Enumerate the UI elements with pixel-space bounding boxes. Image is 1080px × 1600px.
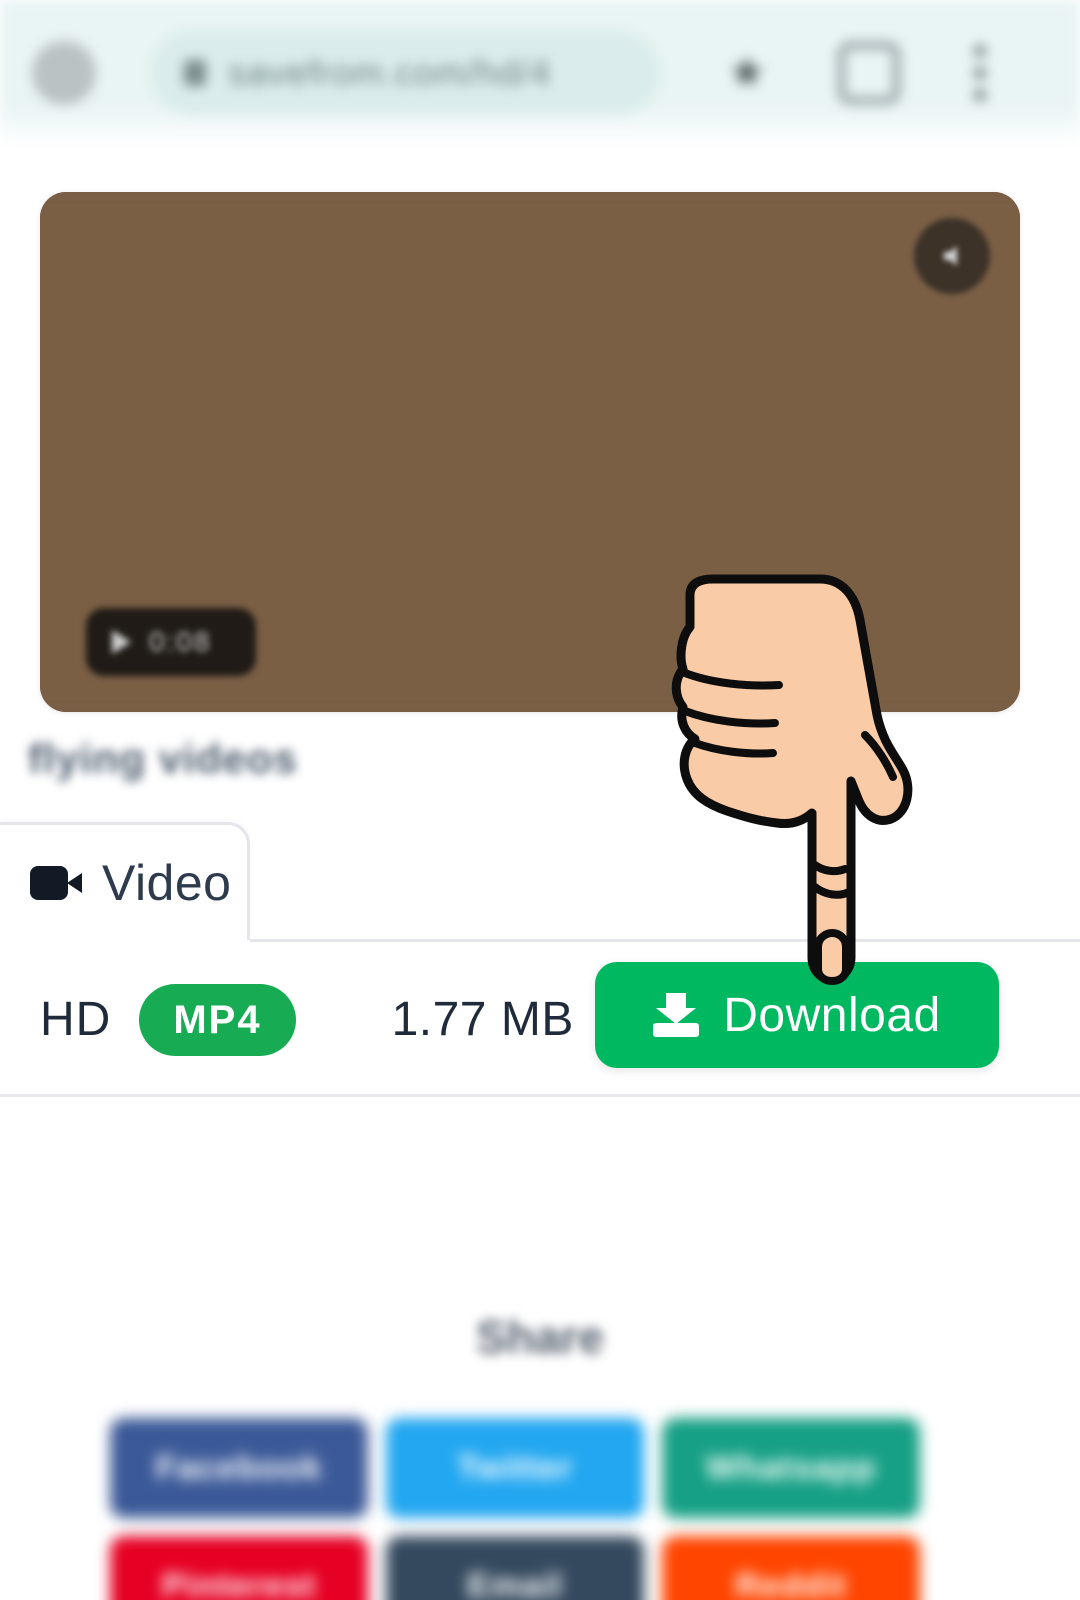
lock-icon (184, 59, 206, 86)
app-screen: savefrom.com/hd/4 0:08 flying videos Vid… (0, 0, 1080, 1600)
format-badge: MP4 (139, 983, 296, 1056)
section-divider (0, 1094, 1080, 1097)
format-tabs: Video (0, 822, 1080, 942)
download-icon (653, 993, 700, 1037)
share-button-pinterest[interactable]: Pinterest (110, 1536, 368, 1600)
share-button-twitter[interactable]: Twitter (386, 1418, 644, 1518)
video-duration: 0:08 (149, 626, 212, 657)
play-icon (112, 630, 131, 654)
share-heading: Share (476, 1311, 604, 1363)
download-button[interactable]: Download (595, 962, 999, 1068)
video-camera-icon (30, 865, 82, 900)
browser-toolbar: savefrom.com/hd/4 (0, 0, 1080, 145)
speaker-mute-icon[interactable] (914, 218, 990, 294)
download-button-label: Download (723, 988, 941, 1042)
shield-icon[interactable] (32, 40, 96, 105)
share-button-reddit[interactable]: Reddit (662, 1536, 920, 1600)
share-button-email[interactable]: Email (386, 1536, 644, 1600)
video-thumbnail[interactable]: 0:08 (40, 192, 1020, 712)
star-icon[interactable] (730, 55, 764, 87)
tab-video[interactable]: Video (0, 822, 250, 940)
video-title: flying videos (28, 735, 298, 782)
share-buttons: Facebook Twitter Whatsapp Pinterest Emai… (110, 1418, 980, 1600)
resolution-label: HD (40, 993, 112, 1046)
address-bar-text: savefrom.com/hd/4 (228, 51, 552, 93)
filesize-label: 1.77 MB (391, 993, 574, 1046)
share-button-facebook[interactable]: Facebook (110, 1418, 368, 1518)
address-bar[interactable]: savefrom.com/hd/4 (150, 29, 660, 116)
tab-count-icon[interactable] (838, 41, 900, 104)
tab-underline (250, 939, 1080, 942)
tab-video-label: Video (102, 854, 232, 911)
three-dot-menu-icon[interactable] (974, 44, 986, 101)
share-button-whatsapp[interactable]: Whatsapp (662, 1418, 920, 1518)
video-duration-badge: 0:08 (86, 608, 256, 676)
